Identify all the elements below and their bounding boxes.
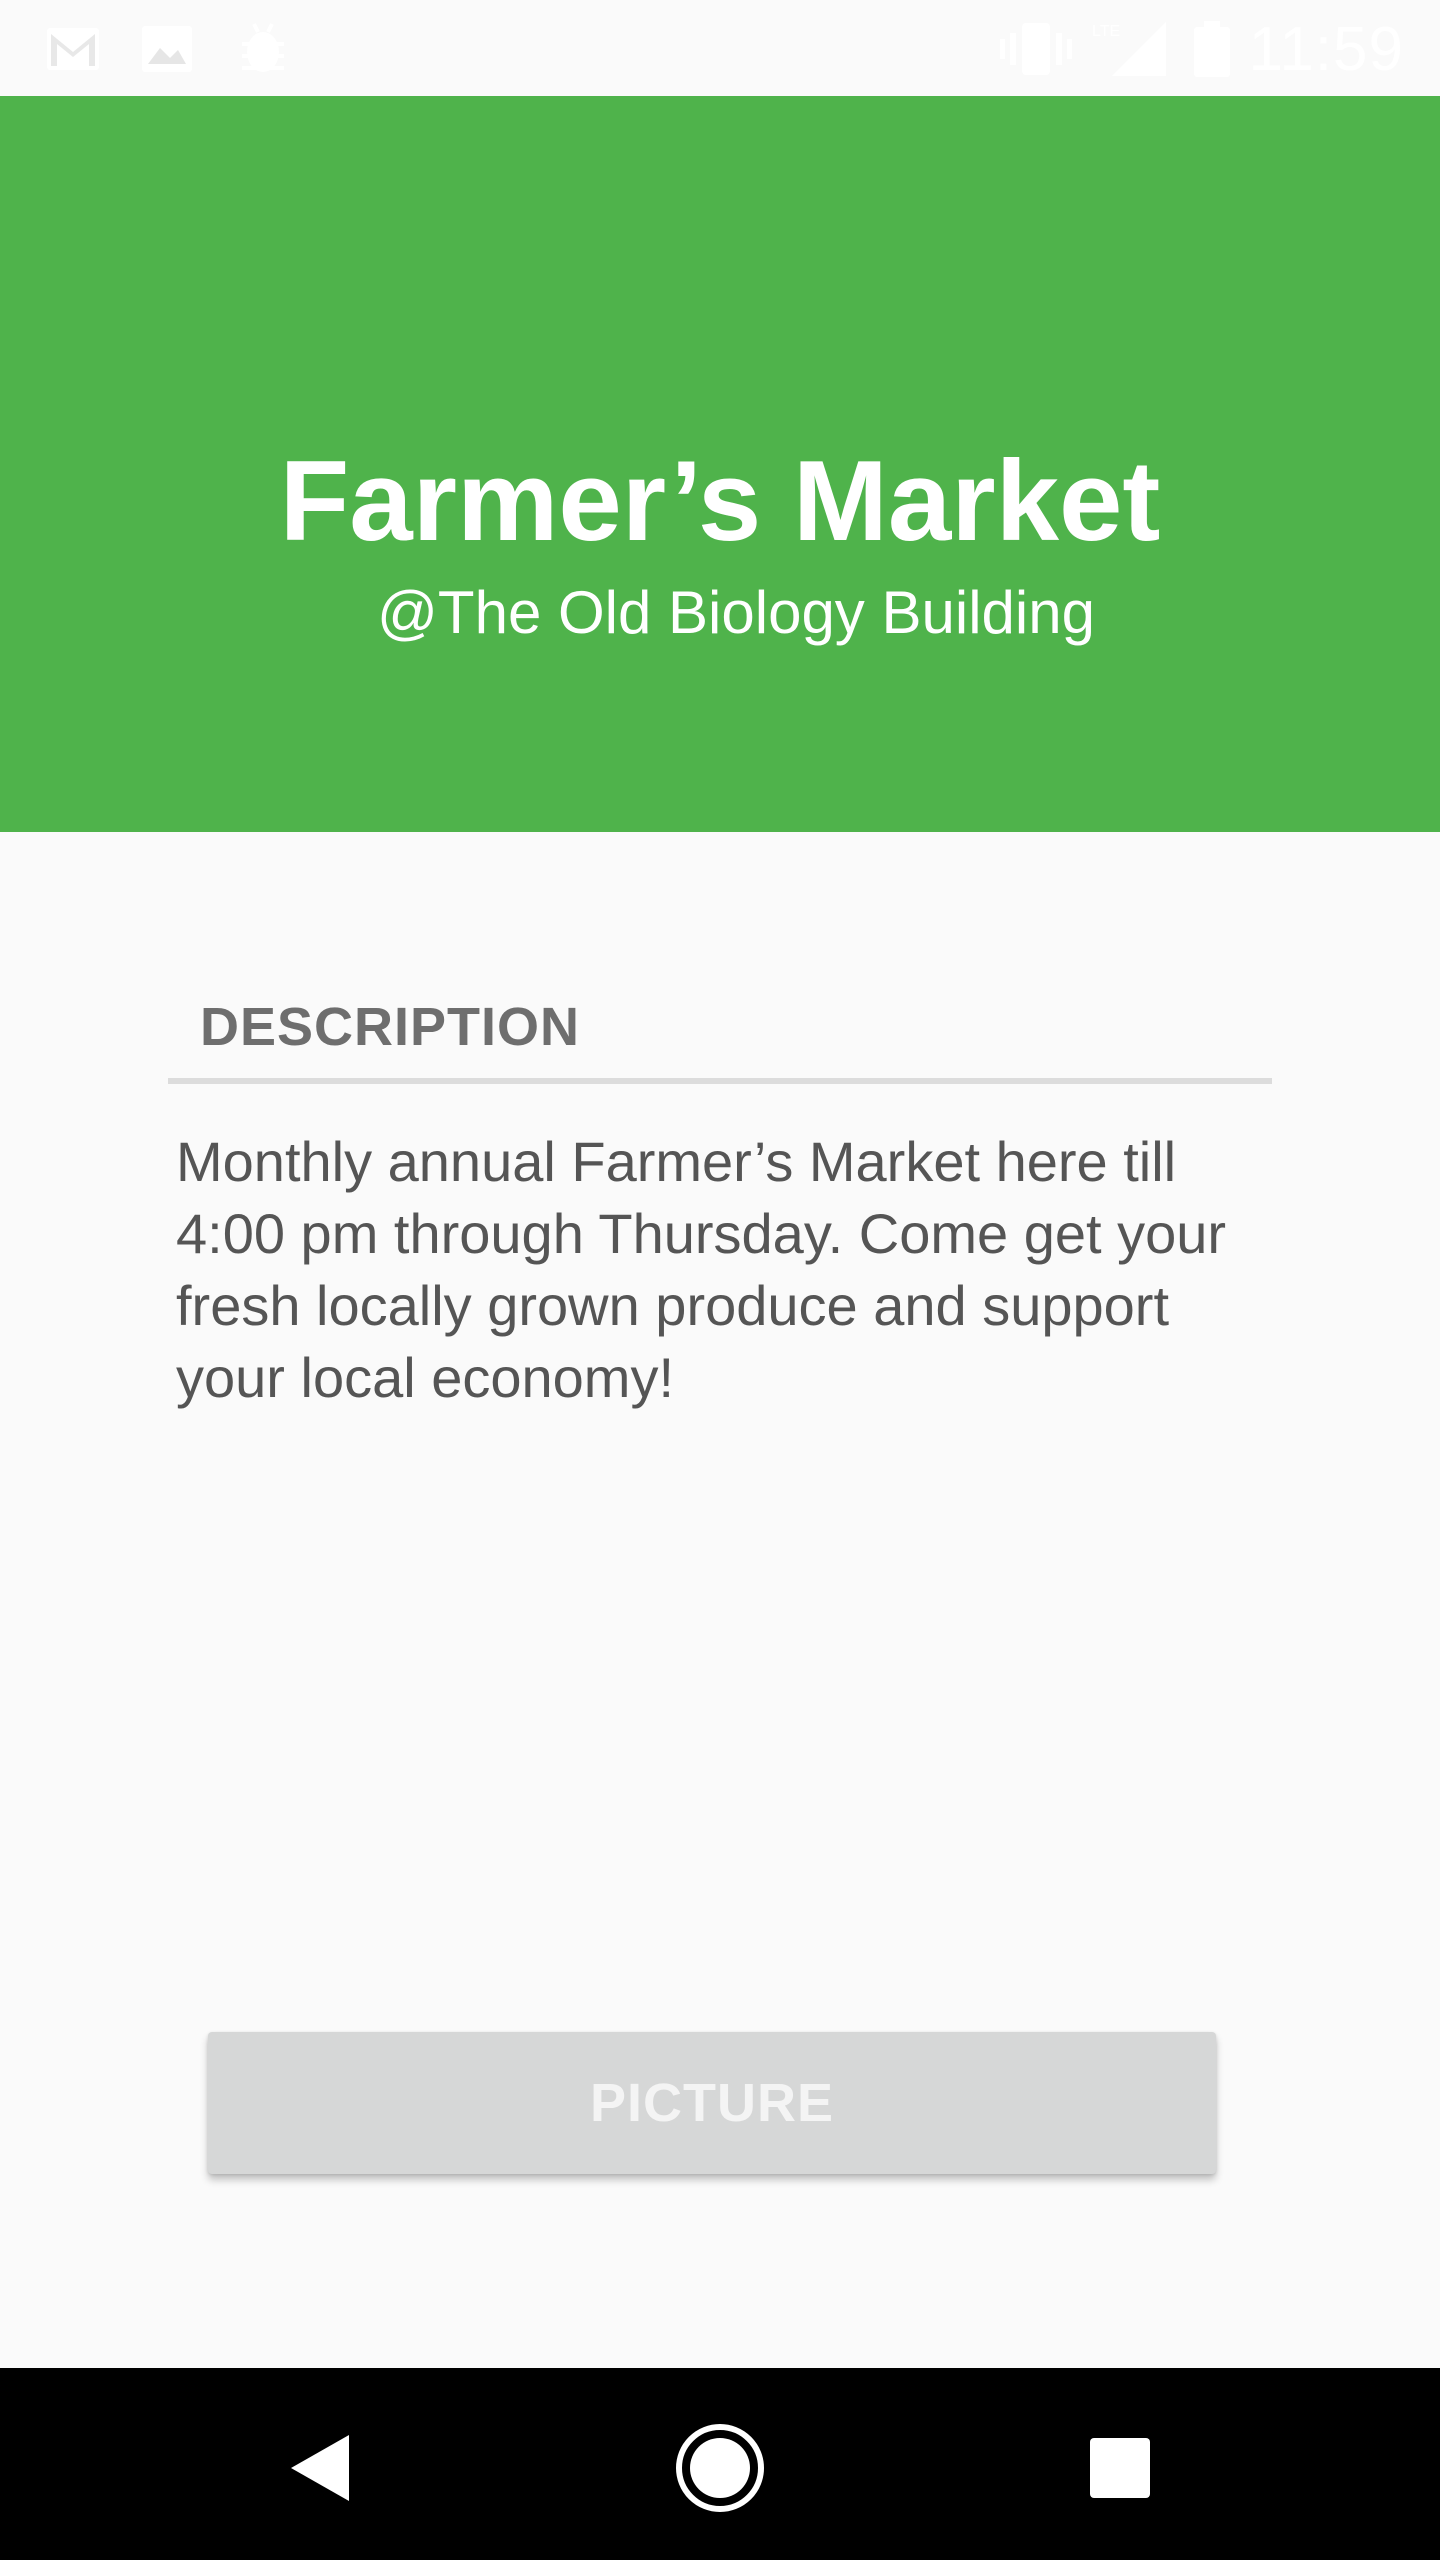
picture-button[interactable]: PICTURE: [208, 2032, 1216, 2174]
navigation-bar: [0, 2368, 1440, 2560]
image-icon: [138, 20, 196, 78]
battery-icon: [1188, 20, 1236, 78]
back-icon[interactable]: [270, 2418, 370, 2518]
status-time: 11:59: [1248, 15, 1404, 84]
description-divider: [168, 1078, 1272, 1084]
event-title: Farmer’s Market: [279, 438, 1161, 565]
android-debug-icon: [234, 20, 292, 78]
recents-icon[interactable]: [1070, 2418, 1170, 2518]
event-location: @The Old Biology Building: [377, 579, 1095, 646]
home-icon[interactable]: [670, 2418, 770, 2518]
gmail-icon: [44, 20, 102, 78]
status-bar: LTE 11:59: [0, 0, 1440, 96]
vibrate-icon: [996, 20, 1076, 78]
event-header: Farmer’s Market @The Old Biology Buildin…: [0, 96, 1440, 832]
svg-text:LTE: LTE: [1092, 23, 1120, 40]
lte-signal-icon: LTE: [1090, 20, 1170, 78]
description-label: DESCRIPTION: [200, 997, 581, 1057]
description-text: Monthly annual Farmer’s Market here till…: [176, 1130, 1227, 1409]
